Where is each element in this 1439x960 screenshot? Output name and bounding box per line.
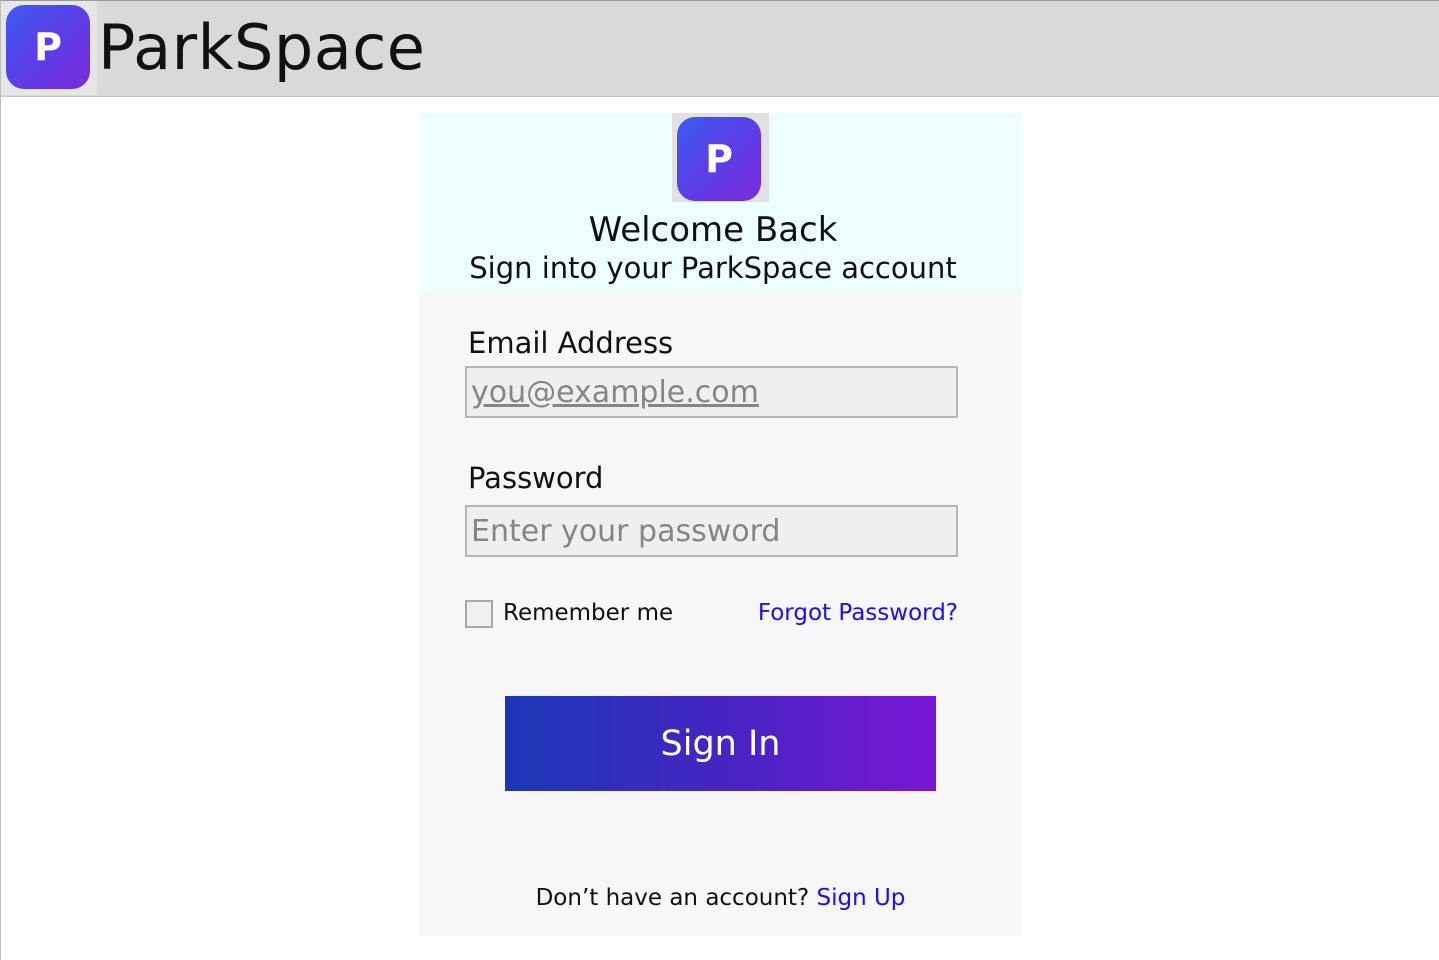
page-title: Welcome Back	[588, 210, 838, 250]
signup-prompt-text: Don’t have an account?	[535, 885, 810, 911]
parkspace-logo-icon: P	[677, 117, 761, 201]
sign-up-link[interactable]: Sign Up	[816, 885, 905, 911]
signup-prompt-line: Don’t have an account? Sign Up	[419, 885, 1022, 911]
email-field[interactable]	[465, 366, 958, 418]
login-page: P ParkSpace P Welcome Back Sign into you…	[0, 0, 1439, 960]
brand-name: ParkSpace	[98, 11, 426, 84]
remember-me-checkbox[interactable]	[465, 600, 493, 628]
login-card: P Welcome Back Sign into your ParkSpace …	[419, 113, 1022, 936]
remember-me-label[interactable]: Remember me	[503, 600, 673, 626]
forgot-password-link[interactable]: Forgot Password?	[758, 600, 958, 626]
card-header: P Welcome Back Sign into your ParkSpace …	[419, 113, 1022, 293]
email-label: Email Address	[468, 326, 674, 360]
sign-in-button[interactable]: Sign In	[505, 696, 936, 791]
top-bar: P ParkSpace	[1, 1, 1439, 97]
password-field[interactable]	[465, 505, 958, 557]
page-subtitle: Sign into your ParkSpace account	[469, 251, 957, 285]
password-label: Password	[468, 461, 604, 495]
parkspace-logo-icon[interactable]: P	[6, 5, 90, 89]
